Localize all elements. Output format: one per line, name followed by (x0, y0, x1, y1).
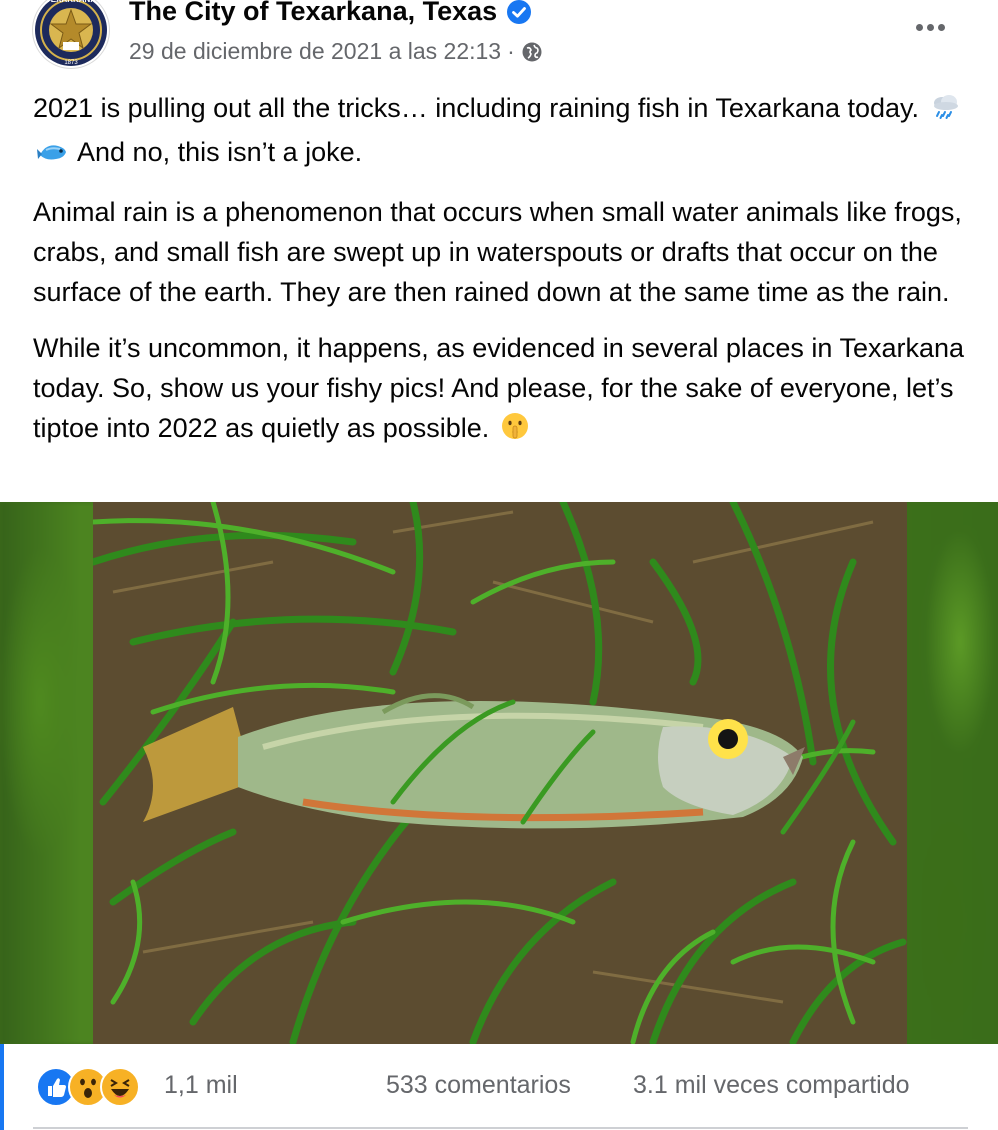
shushing-face-icon (500, 411, 530, 452)
page-avatar[interactable]: TEXARKANA 1873 (33, 0, 109, 68)
more-dot (926, 23, 934, 31)
globe-icon (522, 42, 542, 61)
more-dot (937, 23, 945, 31)
divider (33, 1127, 968, 1129)
post-photo[interactable] (93, 502, 907, 1044)
meta-separator: · (507, 38, 515, 64)
svg-text:TEXARKANA: TEXARKANA (46, 0, 96, 4)
svg-text:1873: 1873 (64, 60, 78, 66)
fish-icon (36, 136, 68, 176)
more-options-button[interactable] (906, 10, 954, 44)
city-seal-logo: TEXARKANA 1873 (35, 0, 107, 66)
shares-count-link[interactable]: 3.1 mil veces compartido (633, 1071, 910, 1100)
cloud-with-rain-icon (930, 92, 962, 132)
engagement-bar: 1,1 mil 533 comentarios 3.1 mil veces co… (0, 1044, 998, 1130)
paragraph-1-text-b: And no, this isn’t a joke. (77, 137, 363, 167)
paragraph-3-text: While it’s uncommon, it happens, as evid… (33, 333, 965, 443)
haha-icon (100, 1067, 140, 1107)
comments-count-link[interactable]: 533 comentarios (386, 1071, 571, 1100)
page-name[interactable]: The City of Texarkana, Texas (129, 0, 532, 27)
post-header: TEXARKANA 1873 The City of Texarkana, Te… (0, 0, 998, 80)
post-paragraph-3: While it’s uncommon, it happens, as evid… (33, 328, 973, 452)
post-timestamp[interactable]: 29 de diciembre de 2021 a las 22:13 (129, 38, 501, 65)
post-paragraph-2: Animal rain is a phenomenon that occurs … (33, 197, 962, 307)
verified-badge-icon (507, 0, 532, 24)
fish-on-grass-photo (93, 502, 907, 1044)
post-meta: 29 de diciembre de 2021 a las 22:13 · (129, 38, 543, 65)
page-name-text[interactable]: The City of Texarkana, Texas (129, 0, 497, 27)
post-paragraph-1: 2021 is pulling out all the tricks… incl… (33, 88, 973, 176)
reaction-count[interactable]: 1,1 mil (164, 1071, 238, 1100)
paragraph-1-text-a: 2021 is pulling out all the tricks… incl… (33, 93, 920, 123)
post-body: 2021 is pulling out all the tricks… incl… (33, 88, 973, 468)
post-photo-container[interactable] (0, 502, 998, 1044)
reaction-icons[interactable] (36, 1067, 140, 1107)
more-dot (915, 23, 923, 31)
